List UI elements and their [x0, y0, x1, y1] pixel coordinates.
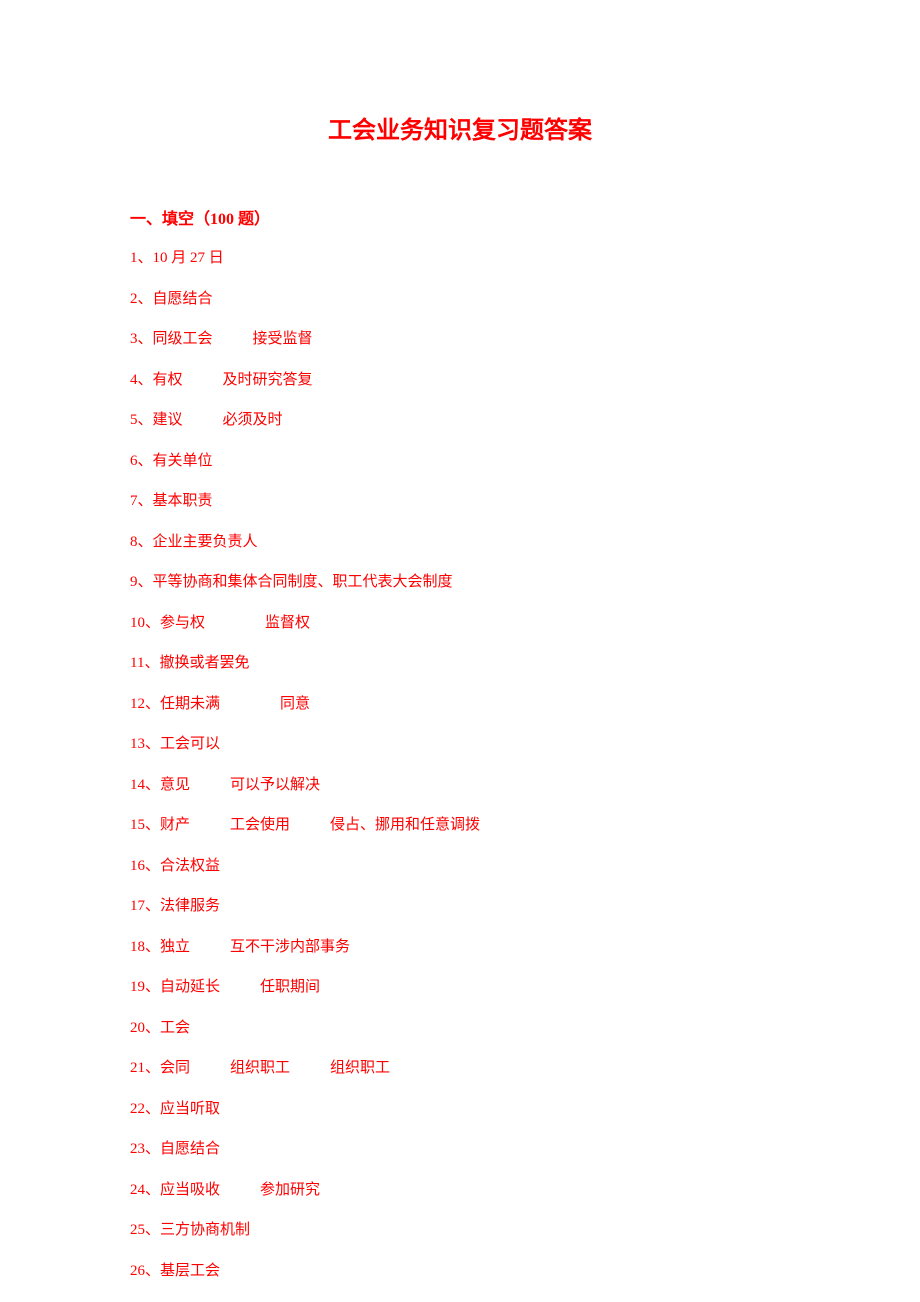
answer-part: 4、有权 [130, 372, 183, 388]
answer-part: 10、参与权 [130, 615, 205, 631]
answer-item: 8、企业主要负责人 [130, 531, 790, 554]
answer-item: 16、合法权益 [130, 855, 790, 878]
answer-part: 任职期间 [260, 979, 320, 995]
answer-item: 19、自动延长 任职期间 [130, 976, 790, 999]
answer-part: 组织职工 [330, 1060, 390, 1076]
answer-part: 14、意见 [130, 777, 190, 793]
answer-item: 17、法律服务 [130, 895, 790, 918]
answer-item: 13、工会可以 [130, 733, 790, 756]
answer-part: 24、应当吸收 [130, 1182, 220, 1198]
answer-item: 6、有关单位 [130, 450, 790, 473]
answer-item: 18、独立 互不干涉内部事务 [130, 936, 790, 959]
answer-item: 20、工会 [130, 1017, 790, 1040]
answer-part: 接受监督 [253, 331, 313, 347]
answer-item: 22、应当听取 [130, 1098, 790, 1121]
answer-part: 18、独立 [130, 939, 190, 955]
answer-item: 23、自愿结合 [130, 1138, 790, 1161]
answer-item: 11、撤换或者罢免 [130, 652, 790, 675]
answer-item: 25、三方协商机制 [130, 1219, 790, 1242]
answer-item: 12、任期未满 同意 [130, 693, 790, 716]
answer-part: 12、任期未满 [130, 696, 220, 712]
answer-part: 19、自动延长 [130, 979, 220, 995]
answer-item: 24、应当吸收 参加研究 [130, 1179, 790, 1202]
answer-part: 必须及时 [223, 412, 283, 428]
answer-part: 侵占、挪用和任意调拨 [330, 817, 480, 833]
answer-item: 21、会同 组织职工 组织职工 [130, 1057, 790, 1080]
section-header: 一、填空（100 题） [130, 205, 790, 229]
answer-part: 参加研究 [260, 1182, 320, 1198]
answer-item: 4、有权 及时研究答复 [130, 369, 790, 392]
document-title: 工会业务知识复习题答案 [130, 110, 790, 145]
answer-item: 26、基层工会 [130, 1260, 790, 1283]
answer-part: 15、财产 [130, 817, 190, 833]
answer-item: 3、同级工会 接受监督 [130, 328, 790, 351]
answer-part: 监督权 [265, 615, 310, 631]
answer-part: 可以予以解决 [230, 777, 320, 793]
answer-part: 及时研究答复 [223, 372, 313, 388]
answer-item: 7、基本职责 [130, 490, 790, 513]
answer-item: 2、自愿结合 [130, 288, 790, 311]
answer-part: 3、同级工会 [130, 331, 213, 347]
answer-item: 1、10 月 27 日 [130, 247, 790, 270]
answer-part: 组织职工 [230, 1060, 290, 1076]
answer-item: 10、参与权 监督权 [130, 612, 790, 635]
answer-part: 5、建议 [130, 412, 183, 428]
answer-part: 同意 [280, 696, 310, 712]
answer-item: 5、建议 必须及时 [130, 409, 790, 432]
answer-part: 21、会同 [130, 1060, 190, 1076]
answer-part: 工会使用 [230, 817, 290, 833]
answer-part: 互不干涉内部事务 [230, 939, 350, 955]
answer-item: 9、平等协商和集体合同制度、职工代表大会制度 [130, 571, 790, 594]
answer-item: 15、财产 工会使用 侵占、挪用和任意调拨 [130, 814, 790, 837]
answer-item: 14、意见 可以予以解决 [130, 774, 790, 797]
